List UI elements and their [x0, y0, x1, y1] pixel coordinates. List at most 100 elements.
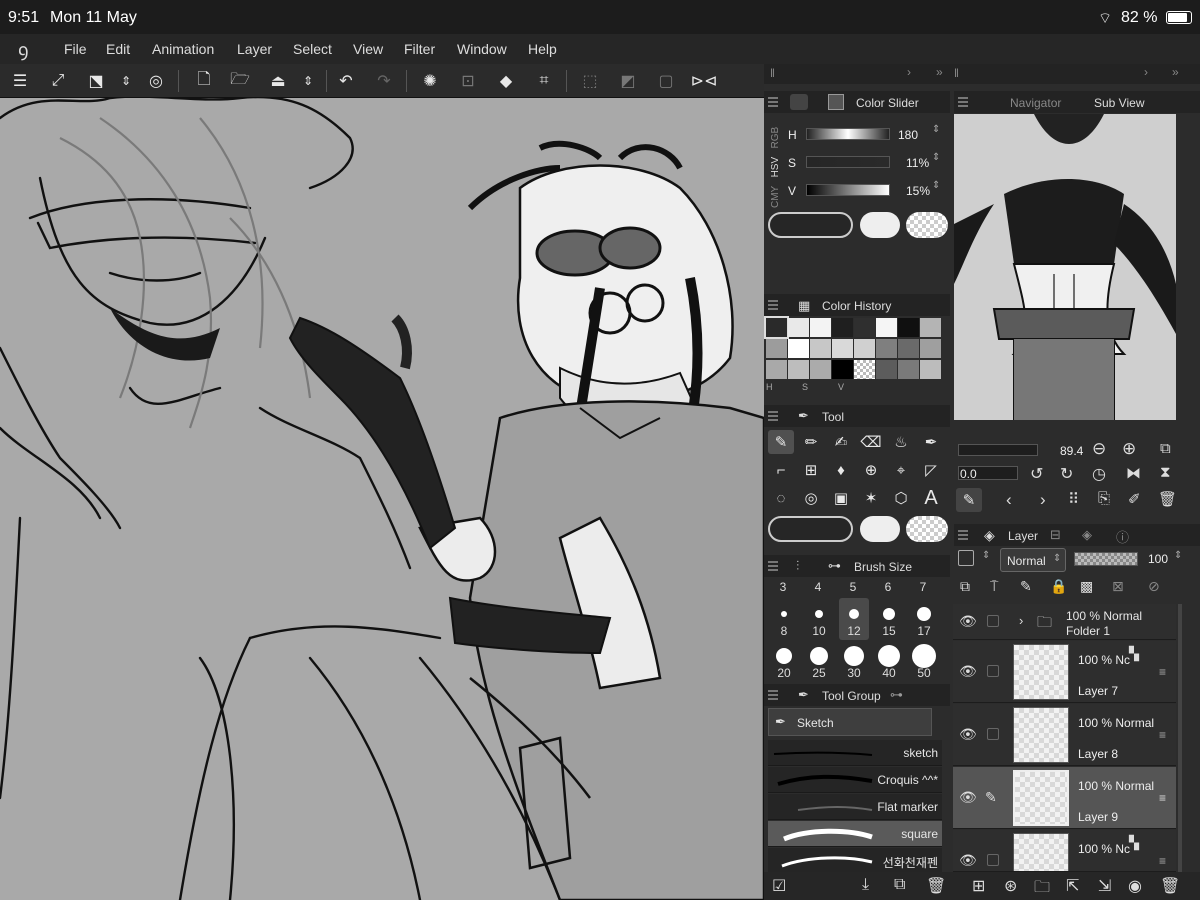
export-icon[interactable]: ⎘	[1098, 490, 1110, 507]
history-swatch[interactable]	[764, 316, 789, 339]
history-swatch[interactable]	[788, 360, 809, 379]
history-swatch[interactable]	[898, 318, 919, 337]
blend-icon[interactable]: ♦	[828, 458, 854, 482]
history-swatch[interactable]	[788, 339, 809, 358]
mask-disabled-icon[interactable]: ⊠	[1112, 578, 1124, 595]
app-logo-icon[interactable]: ꝯ	[18, 38, 29, 62]
merge-down-icon[interactable]: ⇲	[1098, 876, 1111, 896]
info-tab-icon[interactable]: ⓘ	[1116, 527, 1129, 546]
figure-icon[interactable]: ◸	[918, 458, 944, 482]
trash-icon[interactable]: 🗑	[1158, 490, 1177, 508]
brush-size-label[interactable]: 12	[839, 624, 869, 638]
fill-bucket-icon[interactable]: ◆	[494, 69, 518, 93]
eraser-icon[interactable]: ⌫	[858, 430, 884, 454]
layer-checkbox[interactable]	[987, 615, 999, 627]
invert-selection-icon[interactable]: ◩	[616, 69, 640, 93]
brush-size-label[interactable]: 6	[873, 580, 903, 594]
eye-icon[interactable]: 👁	[959, 789, 977, 806]
history-swatch[interactable]	[920, 360, 941, 379]
layer-search-tab-icon[interactable]: ◈	[1082, 527, 1092, 543]
brush-size-label[interactable]: 25	[804, 666, 834, 680]
marker-icon[interactable]: ✍	[828, 430, 854, 454]
menu-view[interactable]: View	[353, 41, 383, 57]
chevron-right-icon[interactable]: ›	[1040, 490, 1046, 510]
brush-icon[interactable]: ⌐	[768, 458, 794, 482]
brush-size-dot[interactable]	[815, 610, 823, 618]
layer-color-toggle[interactable]	[958, 550, 974, 566]
layer-row-next[interactable]: 👁 100 % Nc ▚ ≡	[953, 830, 1176, 872]
text-tool-icon[interactable]: A	[918, 486, 944, 510]
collapse-dock-icon[interactable]: »	[1172, 65, 1179, 79]
eyedropper-icon[interactable]: ✎	[956, 488, 982, 512]
chevron-right-icon[interactable]: ›	[907, 65, 911, 79]
pen-edit-icon[interactable]: ✎	[985, 789, 997, 806]
chevron-updown-icon[interactable]: ⇕	[296, 69, 320, 93]
menu-window[interactable]: Window	[457, 41, 507, 57]
pencil-icon[interactable]: ✏	[798, 430, 824, 454]
figure-ruler-icon[interactable]: ⊕	[858, 458, 884, 482]
ink-pen-icon[interactable]: ✒	[918, 430, 944, 454]
layer-row-folder[interactable]: 👁 › 🗀 100 % Normal Folder 1	[953, 604, 1176, 640]
history-swatch[interactable]	[898, 339, 919, 358]
trash-icon[interactable]: 🗑	[926, 876, 946, 896]
sub-view-image[interactable]	[954, 114, 1176, 420]
deselect-icon[interactable]: ⬚	[578, 69, 602, 93]
drag-handle-icon[interactable]: ≡	[1159, 854, 1166, 868]
eye-icon[interactable]: 👁	[959, 726, 977, 743]
brush-size-dot[interactable]	[878, 645, 900, 667]
value-slider[interactable]	[806, 184, 890, 196]
brush-size-label[interactable]: 40	[874, 666, 904, 680]
color-mode-tabs[interactable]: CMY HSV RGB	[770, 116, 784, 208]
reference-layer-icon[interactable]: ⧉	[960, 578, 970, 595]
layer-checkbox[interactable]	[987, 854, 999, 866]
layer-scrollbar[interactable]	[1178, 604, 1182, 872]
history-swatch[interactable]	[788, 318, 809, 337]
pen-icon[interactable]: ✎	[768, 430, 794, 454]
sub-color-chip[interactable]	[860, 212, 900, 238]
tool-property-icon[interactable]: ⊶	[890, 687, 903, 703]
drag-handle-icon[interactable]: ≡	[1159, 728, 1166, 742]
history-swatch[interactable]	[854, 339, 875, 358]
eyedropper-toggle-icon[interactable]: ⬔	[84, 69, 108, 93]
brush-size-label[interactable]: 5	[838, 580, 868, 594]
menu-animation[interactable]: Animation	[152, 41, 214, 57]
s-stepper-icon[interactable]: ⇕	[932, 152, 940, 163]
main-color-chip[interactable]	[768, 212, 853, 238]
brush-size-label[interactable]: 4	[803, 580, 833, 594]
chevron-updown-icon[interactable]: ⇕	[114, 69, 138, 93]
transform-disabled-icon[interactable]: ⊡	[456, 69, 480, 93]
history-swatch[interactable]	[920, 339, 941, 358]
brush-size-label[interactable]: 8	[769, 624, 799, 638]
loading-spinner-icon[interactable]: ✺	[418, 69, 442, 93]
undo-icon[interactable]: ↶	[334, 69, 358, 93]
redo-icon[interactable]: ↷	[372, 69, 396, 93]
history-swatch[interactable]	[876, 339, 897, 358]
draft-layer-icon[interactable]: ✎	[1020, 578, 1032, 595]
layer-checkbox[interactable]	[987, 728, 999, 740]
fit-view-icon[interactable]: ⧉	[1160, 440, 1171, 457]
drawing-canvas[interactable]	[0, 98, 764, 900]
brush-preset-lineart[interactable]: 선화천재펜	[768, 848, 942, 874]
layer-checkbox[interactable]	[987, 665, 999, 677]
selection-border-icon[interactable]: ▢	[654, 69, 678, 93]
layer-row-layer9[interactable]: 👁 ✎ 100 % Normal Layer 9 ≡	[953, 767, 1176, 829]
delete-layer-icon[interactable]: 🗑	[1160, 876, 1180, 896]
chevron-right-icon[interactable]: ›	[1144, 65, 1148, 79]
brush-size-dot[interactable]	[781, 611, 787, 617]
menu-help[interactable]: Help	[528, 41, 557, 57]
history-swatch[interactable]	[810, 339, 831, 358]
color-wheel-tab-icon[interactable]	[790, 94, 808, 110]
gradient-icon[interactable]: ▣	[828, 486, 854, 510]
eye-icon[interactable]: 👁	[959, 613, 977, 630]
brush-size-dot[interactable]	[776, 648, 792, 664]
reset-rotation-icon[interactable]: ◷	[1092, 464, 1106, 484]
chevron-updown-icon[interactable]: ⇕	[982, 550, 990, 561]
hue-slider[interactable]	[806, 128, 890, 140]
magic-wand-icon[interactable]: ✶	[858, 486, 884, 510]
brush-size-label[interactable]: 3	[768, 580, 798, 594]
history-swatch[interactable]	[876, 318, 897, 337]
layer-mask-add-icon[interactable]: ◉	[1128, 876, 1142, 896]
dock-grip-icon[interactable]: ‖	[954, 66, 959, 80]
history-swatch[interactable]	[920, 318, 941, 337]
brush-preset-flat-marker[interactable]: Flat marker	[768, 794, 942, 820]
